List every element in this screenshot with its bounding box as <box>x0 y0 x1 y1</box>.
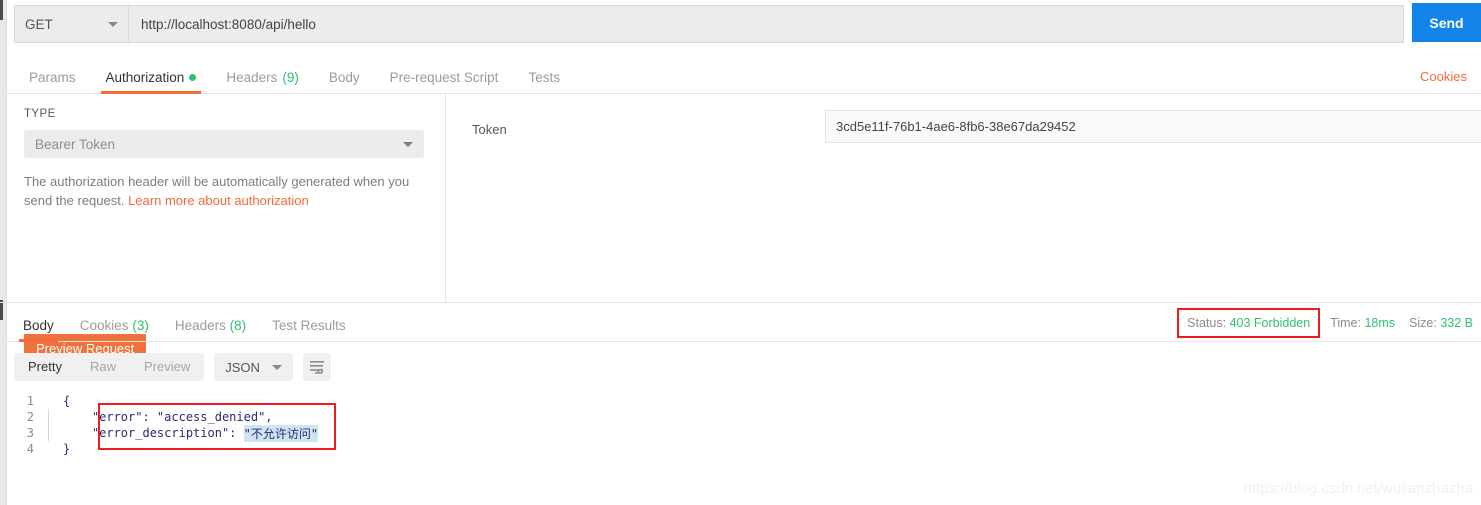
code-text: "error_description": <box>63 426 244 440</box>
status-label: Status: <box>1187 316 1227 330</box>
word-wrap-button[interactable] <box>302 353 331 381</box>
line-number: 1 <box>26 394 34 408</box>
size-label: Size: <box>1409 316 1437 330</box>
format-select[interactable]: JSON <box>214 353 293 381</box>
response-tabs: Body Cookies (3) Headers (8) Test Result… <box>10 317 359 342</box>
request-tabs: Params Authorization Headers (9) Body Pr… <box>14 69 575 94</box>
view-mode-preview[interactable]: Preview <box>130 353 204 381</box>
tab-params[interactable]: Params <box>14 69 91 94</box>
indent-guide <box>48 441 49 457</box>
auth-help-text: The authorization header will be automat… <box>24 172 424 210</box>
status-value: 403 Forbidden <box>1229 316 1311 330</box>
size-value: 332 B <box>1440 316 1473 330</box>
rail-marker-top <box>0 0 3 20</box>
time-badge: Time: 18ms <box>1330 316 1395 330</box>
chevron-down-icon <box>108 21 118 27</box>
view-mode-pretty[interactable]: Pretty <box>14 353 76 381</box>
code-line: 4 } <box>14 441 318 457</box>
code-text: "error": "access_denied", <box>63 410 273 424</box>
http-method-select[interactable]: GET <box>14 5 129 43</box>
code-line: 3 "error_description": "不允许访问" <box>14 424 319 442</box>
response-tab-headers-count: (8) <box>229 317 247 333</box>
code-line: 1 { <box>14 393 318 409</box>
indent-guide <box>48 393 49 409</box>
size-badge: Size: 332 B <box>1409 316 1473 330</box>
token-label: Token <box>472 122 507 137</box>
status-dot-icon <box>189 73 197 81</box>
status-badge: Status: 403 Forbidden <box>1177 308 1321 338</box>
code-line: 2 "error": "access_denied", <box>14 409 318 425</box>
auth-type-value: Bearer Token <box>35 136 116 152</box>
request-tab-bar: Params Authorization Headers (9) Body Pr… <box>0 58 1481 94</box>
view-mode-raw[interactable]: Raw <box>76 353 130 381</box>
tab-params-label: Params <box>29 69 76 85</box>
response-tab-body[interactable]: Body <box>10 317 67 342</box>
response-tab-cookies-count: (3) <box>132 317 149 333</box>
authorization-token-panel: Token 3cd5e11f-76b1-4ae6-8fb6-38e67da294… <box>447 94 1481 302</box>
type-label: TYPE <box>24 108 56 120</box>
indent-guide <box>48 425 49 441</box>
response-tab-test-results[interactable]: Test Results <box>259 317 359 342</box>
tab-pre-request-script[interactable]: Pre-request Script <box>375 69 514 94</box>
code-text-selected: "不允许访问" <box>243 424 319 442</box>
format-value: JSON <box>225 359 260 375</box>
time-value: 18ms <box>1364 316 1396 330</box>
tab-tests-label: Tests <box>528 69 560 85</box>
response-tab-cookies-label: Cookies <box>79 317 129 333</box>
response-format-toolbar: Pretty Raw Preview JSON <box>14 353 331 381</box>
tab-headers-label: Headers <box>226 69 278 85</box>
response-tab-body-label: Body <box>23 317 54 333</box>
tab-authorization-label: Authorization <box>105 69 185 85</box>
auth-type-select[interactable]: Bearer Token <box>24 130 424 158</box>
tab-tests[interactable]: Tests <box>513 69 575 94</box>
code-text: { <box>63 394 71 408</box>
tab-headers-count: (9) <box>282 69 299 85</box>
indent-guide <box>48 409 49 425</box>
postman-window: GET http://localhost:8080/api/hello Send… <box>0 0 1481 505</box>
chevron-down-icon <box>403 141 413 147</box>
chevron-down-icon <box>271 364 282 370</box>
send-button[interactable]: Send <box>1412 3 1481 42</box>
http-method-value: GET <box>25 16 53 32</box>
word-wrap-icon <box>309 361 324 374</box>
response-meta: Status: 403 Forbidden Time: 18ms Size: 3… <box>1177 308 1473 338</box>
time-label: Time: <box>1330 316 1361 330</box>
url-input[interactable]: http://localhost:8080/api/hello <box>129 5 1404 43</box>
line-number: 4 <box>26 442 34 456</box>
tab-pre-request-script-label: Pre-request Script <box>389 69 499 85</box>
response-tab-bar: Body Cookies (3) Headers (8) Test Result… <box>0 302 1481 342</box>
tab-authorization[interactable]: Authorization <box>91 69 212 94</box>
authorization-type-panel: TYPE Bearer Token The authorization head… <box>0 94 446 362</box>
tab-headers[interactable]: Headers (9) <box>211 69 314 94</box>
cookies-link[interactable]: Cookies <box>1420 69 1467 84</box>
line-number: 3 <box>26 426 34 440</box>
response-tab-headers[interactable]: Headers (8) <box>162 317 259 342</box>
response-tab-cookies[interactable]: Cookies (3) <box>67 317 162 342</box>
token-input[interactable]: 3cd5e11f-76b1-4ae6-8fb6-38e67da29452 <box>825 110 1481 143</box>
url-bar: GET http://localhost:8080/api/hello <box>14 5 1404 43</box>
view-mode-group: Pretty Raw Preview <box>14 353 205 381</box>
auth-help-link[interactable]: Learn more about authorization <box>128 193 309 208</box>
tab-body-label: Body <box>328 69 360 85</box>
response-body-code[interactable]: 1 { 2 "error": "access_denied", 3 "error… <box>14 393 319 457</box>
response-tab-headers-label: Headers <box>174 317 226 333</box>
watermark: https://blog.csdn.net/wulianzhazha <box>1243 480 1473 497</box>
tab-body[interactable]: Body <box>314 69 375 94</box>
line-number: 2 <box>26 410 34 424</box>
code-text: } <box>63 442 71 456</box>
response-tab-test-results-label: Test Results <box>272 317 346 333</box>
